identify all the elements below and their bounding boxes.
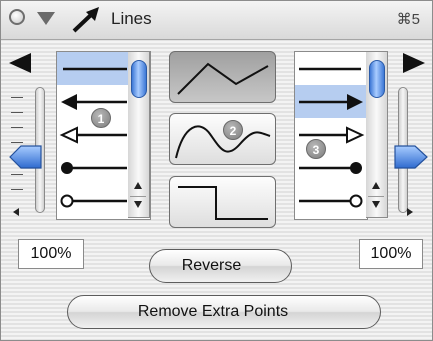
callout-3: 3 [306, 139, 326, 159]
scroll-up-arrow-icon[interactable] [134, 182, 142, 189]
finish-end-arrow[interactable] [295, 85, 367, 118]
close-button[interactable] [9, 9, 25, 25]
scroll-divider [368, 196, 384, 197]
start-size-field[interactable]: 100% [18, 239, 84, 269]
slider-thumb[interactable] [9, 145, 43, 169]
remove-button-label: Remove Extra Points [137, 303, 289, 320]
slider-tick [11, 174, 23, 175]
finish-end-arrow-icon [403, 53, 425, 73]
line-tool-icon [72, 7, 99, 33]
finish-end-list[interactable] [294, 51, 368, 220]
finish-list-scrollbar[interactable] [366, 51, 388, 218]
scroll-divider [130, 196, 146, 197]
scroll-down-arrow-icon[interactable] [372, 201, 380, 208]
start-end-arrow-icon [9, 53, 31, 73]
slider-tick [11, 142, 23, 143]
lines-palette-window: Lines ⌘5 1 2 3 100% 100% Reverse Remove … [0, 0, 433, 341]
polyline-shape-button[interactable] [169, 51, 276, 103]
finish-size-field[interactable]: 100% [359, 239, 423, 269]
collapse-triangle-icon[interactable] [37, 12, 55, 25]
start-size-slider[interactable] [7, 87, 47, 217]
increase-size-icon [407, 208, 413, 216]
scroll-thumb[interactable] [369, 60, 385, 98]
step-shape-button[interactable] [169, 176, 276, 228]
slider-tick [11, 97, 23, 98]
window-title: Lines [111, 9, 152, 28]
title-bar: Lines ⌘5 [1, 1, 432, 40]
slider-tick [11, 127, 23, 128]
reverse-button[interactable]: Reverse [149, 249, 292, 283]
polyline-icon [177, 62, 269, 95]
callout-1: 1 [91, 108, 111, 128]
remove-extra-points-button[interactable]: Remove Extra Points [67, 295, 381, 329]
scroll-thumb[interactable] [131, 60, 147, 98]
scroll-down-arrow-icon[interactable] [134, 201, 142, 208]
scroll-up-arrow-icon[interactable] [372, 182, 380, 189]
slider-thumb[interactable] [394, 145, 428, 169]
keyboard-shortcut: ⌘5 [396, 11, 420, 28]
decrease-size-icon [13, 208, 19, 216]
finish-end-none[interactable] [295, 52, 367, 85]
finish-end-dot[interactable] [295, 151, 367, 184]
slider-tick [11, 189, 23, 190]
slider-tick [11, 112, 23, 113]
start-list-scrollbar[interactable] [128, 51, 150, 218]
step-icon [178, 186, 268, 220]
finish-end-hollow-dot[interactable] [295, 184, 367, 217]
callout-2: 2 [223, 120, 243, 140]
curve-shape-button[interactable] [169, 113, 276, 165]
curve-icon [175, 125, 271, 159]
reverse-button-label: Reverse [181, 257, 242, 274]
